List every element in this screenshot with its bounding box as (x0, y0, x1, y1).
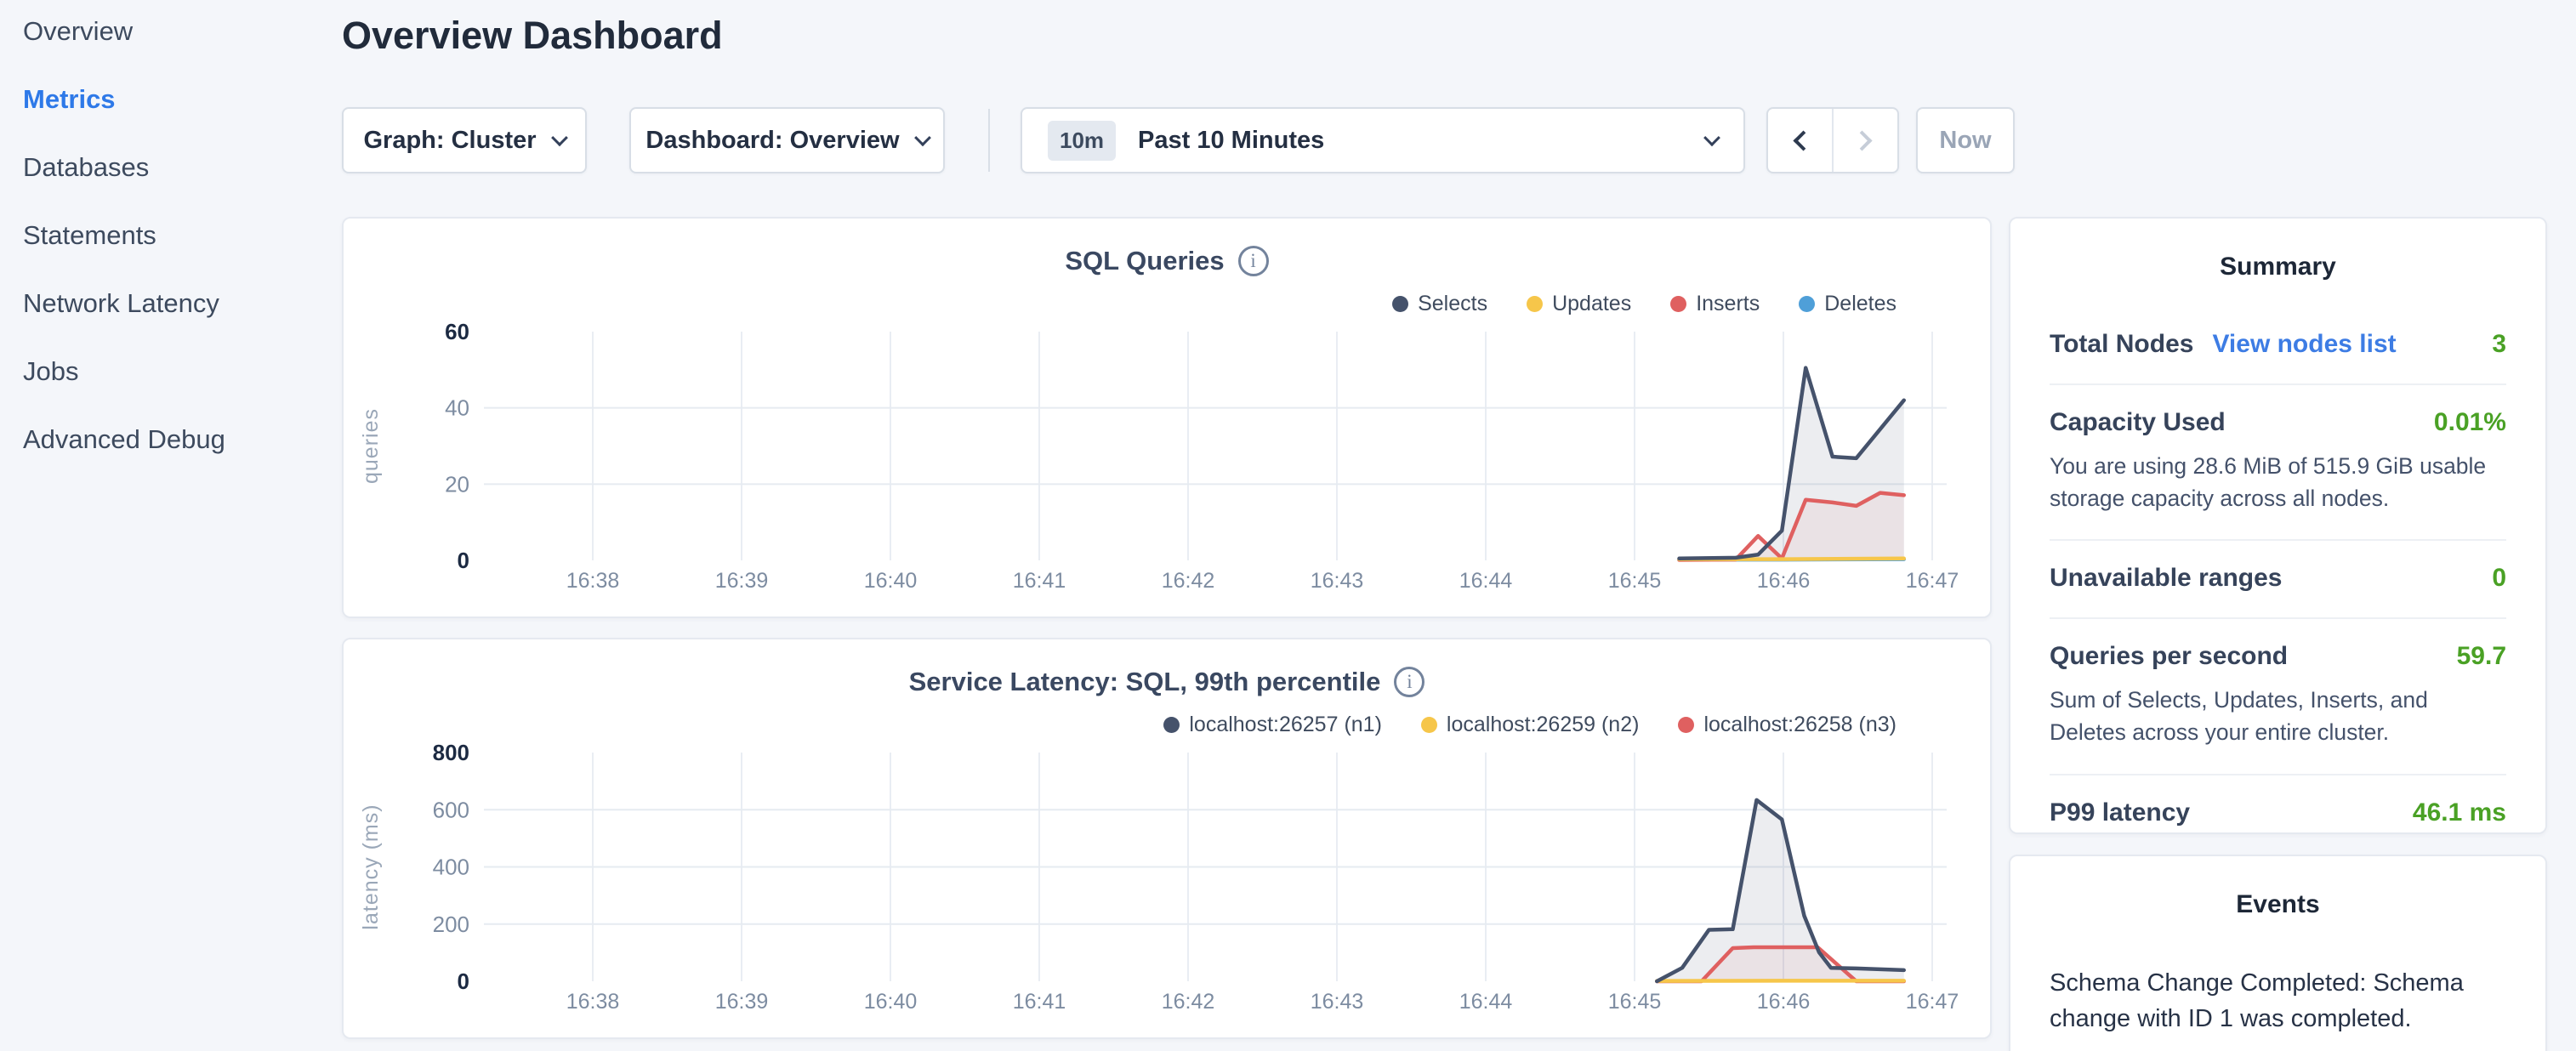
summary-row-capacity-used: Capacity Used 0.01% You are using 28.6 M… (2050, 385, 2506, 541)
summary-value: 59.7 (2457, 642, 2506, 671)
svg-text:16:41: 16:41 (1013, 569, 1066, 593)
svg-text:16:47: 16:47 (1906, 569, 1959, 593)
svg-text:latency (ms): latency (ms) (359, 804, 383, 929)
svg-text:16:39: 16:39 (715, 990, 769, 1014)
summary-value: 0 (2492, 564, 2506, 593)
chevron-down-icon (1703, 129, 1720, 146)
svg-text:16:45: 16:45 (1608, 569, 1662, 593)
page-title: Overview Dashboard (342, 14, 723, 58)
time-range-dropdown[interactable]: 10m Past 10 Minutes (1021, 107, 1745, 173)
svg-text:16:46: 16:46 (1757, 569, 1811, 593)
view-nodes-list-link[interactable]: View nodes list (2212, 330, 2396, 359)
time-step-forward-button[interactable] (1832, 109, 1897, 172)
summary-description: You are using 28.6 MiB of 515.9 GiB usab… (2050, 451, 2506, 514)
svg-text:16:47: 16:47 (1906, 990, 1959, 1014)
svg-text:16:46: 16:46 (1757, 990, 1811, 1014)
summary-heading: Summary (2050, 253, 2506, 281)
time-range-label: Past 10 Minutes (1138, 127, 1324, 155)
now-button[interactable]: Now (1916, 107, 2015, 173)
summary-panel: Summary Total Nodes View nodes list 3 Ca… (2009, 217, 2547, 834)
summary-label: Capacity Used (2050, 408, 2226, 437)
svg-text:40: 40 (445, 395, 469, 421)
svg-text:16:41: 16:41 (1013, 990, 1066, 1014)
chevron-right-icon (1851, 130, 1872, 151)
svg-text:16:45: 16:45 (1608, 990, 1662, 1014)
svg-text:600: 600 (433, 797, 469, 822)
events-panel: Events Schema Change Completed: Schema c… (2009, 855, 2547, 1051)
sidebar-item-advanced-debug[interactable]: Advanced Debug (23, 421, 321, 457)
sql-queries-chart-card: SQL Queries i SelectsUpdatesInsertsDelet… (342, 217, 1992, 618)
time-step-buttons (1766, 107, 1899, 173)
time-range-badge: 10m (1048, 121, 1116, 161)
chevron-left-icon (1793, 130, 1813, 151)
controls-divider (988, 109, 990, 172)
chevron-down-icon (551, 129, 568, 146)
svg-text:16:38: 16:38 (566, 990, 620, 1014)
summary-value: 0.01% (2434, 408, 2506, 437)
dashboard-dropdown[interactable]: Dashboard: Overview (629, 107, 945, 173)
service-latency-chart-card: Service Latency: SQL, 99th percentile i … (342, 638, 1992, 1039)
summary-description: Sum of Selects, Updates, Inserts, and De… (2050, 685, 2506, 748)
summary-value: 3 (2492, 330, 2506, 359)
summary-label: P99 latency (2050, 798, 2190, 827)
sidebar-item-network-latency[interactable]: Network Latency (23, 285, 321, 321)
sql-queries-chart[interactable]: 0 20 40 60 16:38 16:39 16:40 16:41 16:42 16:43 16:… (344, 219, 1993, 620)
svg-text:16:43: 16:43 (1311, 990, 1364, 1014)
event-list-item[interactable]: Schema Change Completed: Schema change w… (2050, 965, 2506, 1051)
svg-text:16:43: 16:43 (1311, 569, 1364, 593)
svg-text:20: 20 (445, 471, 469, 497)
svg-text:0: 0 (458, 969, 469, 994)
summary-row-queries-per-second: Queries per second 59.7 Sum of Selects, … (2050, 619, 2506, 775)
events-heading: Events (2050, 890, 2506, 919)
svg-text:16:40: 16:40 (864, 990, 918, 1014)
svg-text:0: 0 (458, 548, 469, 573)
summary-label: Queries per second (2050, 642, 2288, 671)
svg-text:60: 60 (445, 319, 469, 344)
summary-row-total-nodes: Total Nodes View nodes list 3 (2050, 307, 2506, 385)
svg-text:200: 200 (433, 912, 469, 937)
sidebar-item-jobs[interactable]: Jobs (23, 353, 321, 389)
svg-text:400: 400 (433, 855, 469, 880)
dashboard-dropdown-label: Dashboard: Overview (645, 127, 899, 155)
time-step-back-button[interactable] (1768, 109, 1832, 172)
svg-text:16:42: 16:42 (1162, 990, 1215, 1014)
svg-text:800: 800 (433, 740, 469, 765)
svg-text:16:39: 16:39 (715, 569, 769, 593)
chevron-down-icon (914, 129, 931, 146)
svg-text:16:44: 16:44 (1459, 990, 1513, 1014)
event-text: Schema Change Completed: Schema change w… (2050, 965, 2506, 1037)
summary-value: 46.1 ms (2413, 798, 2506, 827)
summary-row-unavailable-ranges: Unavailable ranges 0 (2050, 541, 2506, 619)
summary-row-p99-latency: P99 latency 46.1 ms (2050, 775, 2506, 852)
svg-text:16:38: 16:38 (566, 569, 620, 593)
svg-text:queries: queries (359, 408, 383, 484)
graph-dropdown[interactable]: Graph: Cluster (342, 107, 587, 173)
summary-label: Total Nodes (2050, 330, 2193, 359)
svg-text:16:42: 16:42 (1162, 569, 1215, 593)
service-latency-chart[interactable]: 0 200 400 600 800 16:38 16:39 16:40 16:41 16:42 16… (344, 639, 1993, 1041)
sidebar: Overview Metrics Databases Statements Ne… (23, 13, 321, 489)
sidebar-item-metrics[interactable]: Metrics (23, 81, 321, 117)
sidebar-item-overview[interactable]: Overview (23, 13, 321, 49)
svg-text:16:44: 16:44 (1459, 569, 1513, 593)
graph-dropdown-label: Graph: Cluster (363, 127, 536, 155)
svg-text:16:40: 16:40 (864, 569, 918, 593)
sidebar-item-databases[interactable]: Databases (23, 149, 321, 185)
sidebar-item-statements[interactable]: Statements (23, 217, 321, 253)
now-button-label: Now (1939, 127, 1991, 155)
summary-label: Unavailable ranges (2050, 564, 2282, 593)
